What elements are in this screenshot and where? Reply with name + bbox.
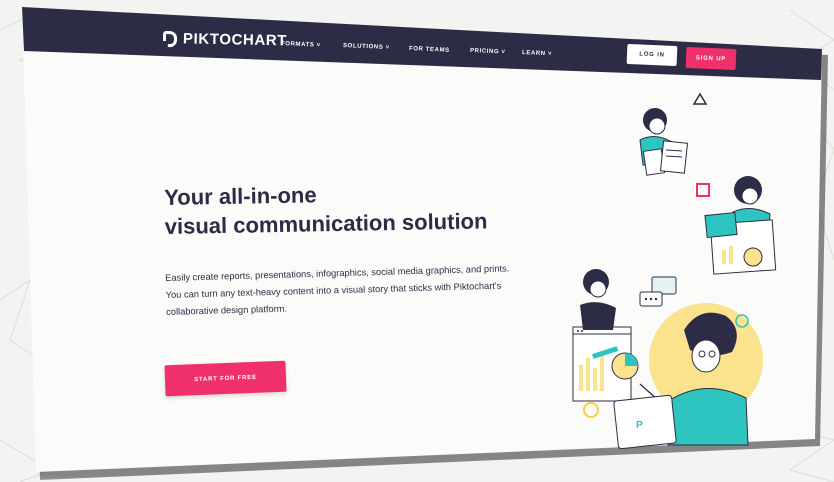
chat-bubble-icon <box>639 276 677 307</box>
circle-outline-icon <box>583 402 599 418</box>
person-presenting-figure <box>704 176 777 275</box>
square-outline-icon <box>696 183 710 197</box>
svg-text:P: P <box>636 420 643 431</box>
hero-illustration: P <box>572 92 777 450</box>
triangle-outline-icon <box>692 92 708 105</box>
person-at-dashboard-figure <box>580 269 616 330</box>
person-reading-figure <box>639 108 689 176</box>
dashboard-chart-figure <box>572 326 639 402</box>
